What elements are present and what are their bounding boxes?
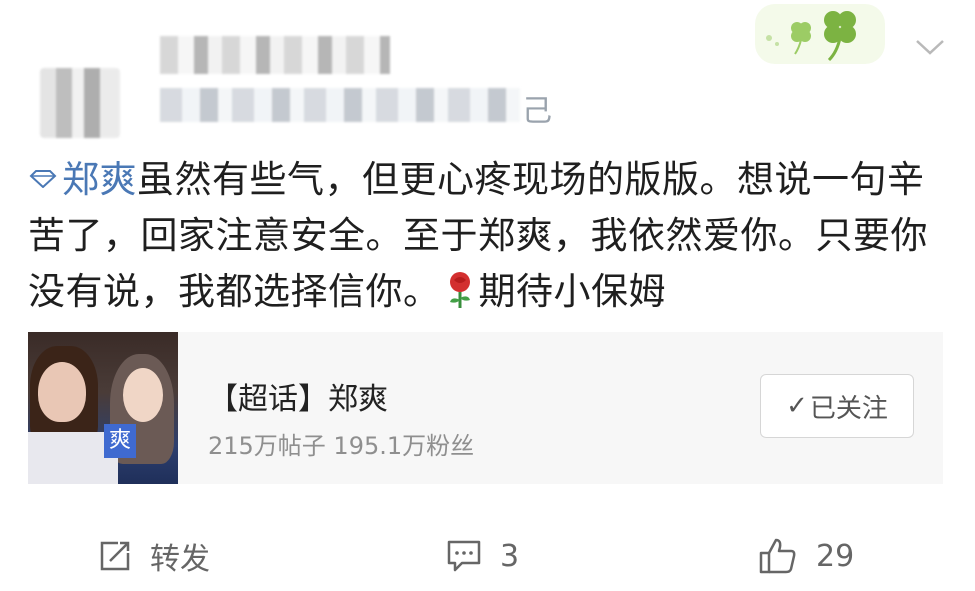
user-name-blurred[interactable] [160, 36, 390, 74]
comment-count: 3 [500, 538, 520, 574]
post-text: 郑爽虽然有些气，但更心疼现场的版版。想说一句辛苦了，回家注意安全。至于郑爽，我依… [28, 152, 948, 320]
diamond-topic-icon [29, 169, 57, 188]
chevron-down-icon[interactable] [914, 36, 946, 58]
following-label: 已关注 [809, 393, 888, 424]
like-button[interactable]: 29 [758, 534, 854, 578]
repost-icon [100, 541, 130, 571]
card-subtitle: 215万帖子 195.1万粉丝 [208, 432, 475, 460]
card-thumbnail: 爽 [28, 332, 178, 484]
thumbs-up-icon [759, 538, 796, 574]
post-header: 己 [0, 0, 975, 150]
thumbnail-badge: 爽 [104, 424, 136, 458]
repost-button[interactable]: 转发 [98, 534, 210, 578]
like-count: 29 [816, 538, 855, 574]
post-body-text-end: 期待小保姆 [478, 270, 666, 313]
topic-link[interactable]: 郑爽 [28, 158, 137, 201]
clover-icon [755, 4, 885, 64]
card-title: 【超话】郑爽 [208, 382, 388, 417]
rose-icon [449, 271, 470, 308]
comment-button[interactable]: 3 [446, 534, 519, 578]
avatar[interactable] [40, 68, 120, 138]
following-button[interactable]: ✓ 已关注 [760, 374, 914, 438]
post-meta-tail: 己 [522, 94, 552, 129]
topic-label: 郑爽 [62, 158, 137, 201]
repost-label: 转发 [150, 542, 210, 577]
post-meta-blurred [160, 88, 520, 122]
comment-icon [447, 540, 481, 572]
check-icon: ✓ [786, 391, 808, 421]
super-topic-card[interactable]: 爽 【超话】郑爽 215万帖子 195.1万粉丝 ✓ 已关注 [28, 332, 943, 484]
